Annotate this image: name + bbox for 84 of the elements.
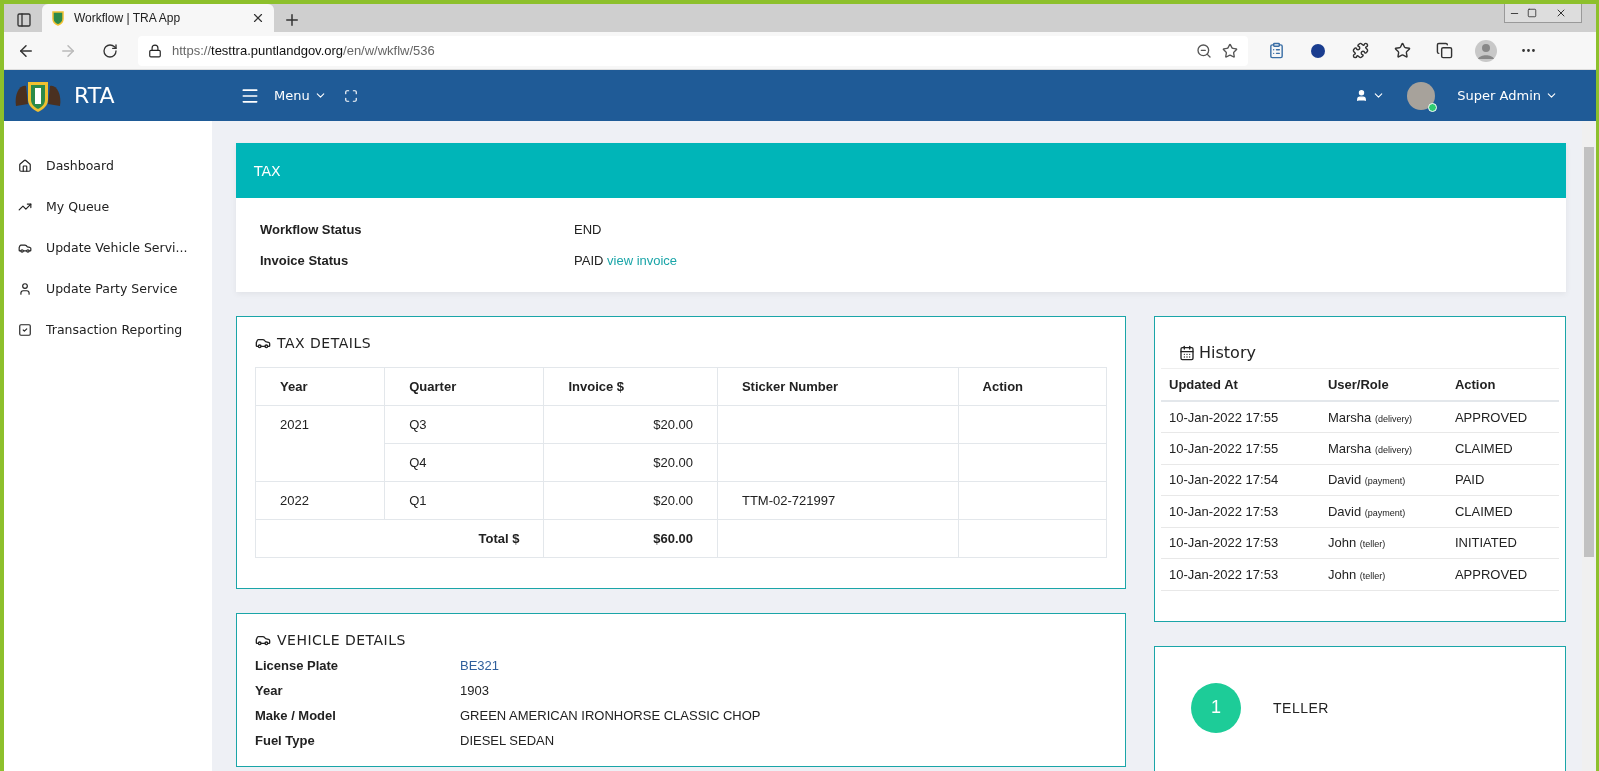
user-role: (teller) <box>1359 539 1386 550</box>
user-name: John <box>1327 535 1357 551</box>
browser-tab[interactable]: Workflow | TRA App <box>42 4 274 32</box>
field-value: DIESEL SEDAN <box>460 733 556 748</box>
user-role: (teller) <box>1359 570 1386 581</box>
checkbox-icon <box>18 322 32 337</box>
sidebar-item[interactable]: My Queue <box>4 188 212 225</box>
table-cell: Total $ <box>255 519 544 558</box>
scrollbar[interactable] <box>1582 121 1596 771</box>
menu-dropdown[interactable]: Menu <box>264 88 337 103</box>
column-header: Invoice $ <box>543 367 718 406</box>
sidebar-item[interactable]: Update Vehicle Servi... <box>4 229 212 266</box>
tab-title: Workflow | TRA App <box>74 11 182 25</box>
sidebar-item[interactable]: Dashboard <box>4 147 212 184</box>
sidebar-item[interactable]: Transaction Reporting <box>4 311 212 348</box>
table-cell: 10-Jan-2022 17:55 <box>1161 401 1320 433</box>
avatar <box>1407 81 1436 110</box>
table-cell: APPROVED <box>1446 401 1559 433</box>
table-cell: 10-Jan-2022 17:54 <box>1161 464 1320 496</box>
field-label: License Plate <box>255 658 340 673</box>
lock-icon <box>148 43 162 58</box>
column-header: Action <box>1446 368 1559 401</box>
field-label: Workflow Status <box>260 222 363 237</box>
user-name: David <box>1327 503 1362 519</box>
user-icon <box>18 281 32 296</box>
calendar-icon <box>1179 344 1195 361</box>
table-cell: 2022 <box>255 481 385 520</box>
table-cell: APPROVED <box>1446 558 1559 590</box>
step-label: TELLER <box>1273 699 1329 716</box>
field-value: GREEN AMERICAN IRONHORSE CLASSIC CHOP <box>460 708 762 723</box>
field-value: 1903 <box>460 683 490 698</box>
table-cell: PAID <box>1446 464 1559 496</box>
zoom-out-icon[interactable] <box>1196 42 1212 59</box>
sidebar-item[interactable]: Update Party Service <box>4 270 212 307</box>
field-label: Invoice Status <box>260 253 350 268</box>
field-label: Fuel Type <box>255 733 316 748</box>
table-cell: $20.00 <box>543 481 718 520</box>
card-title: History <box>1199 343 1256 362</box>
table-cell: Q4 <box>384 443 544 482</box>
address-field[interactable]: https://testtra.puntlandgov.org/en/w/wkflw/536 <box>138 35 1248 66</box>
add-favorite-icon[interactable] <box>1222 42 1238 59</box>
table-cell: 10-Jan-2022 17:53 <box>1161 527 1320 559</box>
field-value: END <box>574 222 602 237</box>
user-role: (payment) <box>1364 507 1406 518</box>
card-title: TAX DETAILS <box>277 335 372 351</box>
table-cell: TTM-02-721997 <box>717 481 959 520</box>
table-cell: 10-Jan-2022 17:53 <box>1161 495 1320 527</box>
table-cell: 10-Jan-2022 17:53 <box>1161 558 1320 590</box>
user-name: David <box>1327 472 1362 488</box>
column-header: Sticker Number <box>717 367 959 406</box>
column-header: Action <box>958 367 1107 406</box>
card-title: VEHICLE DETAILS <box>277 632 406 648</box>
column-header: Year <box>255 367 385 406</box>
column-header: Quarter <box>384 367 544 406</box>
user-role: (delivery) <box>1374 444 1412 455</box>
field-label: Make / Model <box>255 708 337 723</box>
field-label: Year <box>255 683 284 698</box>
user-dropdown[interactable]: Super Admin <box>1447 88 1568 103</box>
field-value: PAID <box>574 253 604 268</box>
user-role: (payment) <box>1364 476 1406 487</box>
table-cell: $20.00 <box>543 443 718 482</box>
column-header: Updated At <box>1161 368 1320 401</box>
column-header: User/Role <box>1319 368 1447 401</box>
user-role: (delivery) <box>1374 413 1412 424</box>
table-cell: CLAIMED <box>1446 495 1559 527</box>
table-cell: Q1 <box>384 481 544 520</box>
table-cell: $60.00 <box>543 519 718 558</box>
url-text: https://testtra.puntlandgov.org/en/w/wkflw/536 <box>172 43 436 58</box>
table-cell: 10-Jan-2022 17:55 <box>1161 432 1320 464</box>
brand-name: RTA <box>74 83 115 108</box>
table-cell: $20.00 <box>543 405 718 444</box>
home-icon <box>18 158 32 173</box>
panel-title: TAX <box>254 162 281 179</box>
favicon-icon <box>50 10 66 26</box>
step-number: 1 <box>1191 682 1241 733</box>
table-cell: INITIATED <box>1446 527 1559 559</box>
table-cell: CLAIMED <box>1446 432 1559 464</box>
user-icon <box>1355 89 1369 102</box>
user-name: Marsha <box>1327 409 1372 425</box>
user-name: Marsha <box>1327 440 1372 456</box>
table-cell: 2021 <box>255 405 385 482</box>
user-name: John <box>1327 566 1357 582</box>
license-plate-link[interactable]: BE321 <box>460 658 500 673</box>
table-cell: Q3 <box>384 405 544 444</box>
